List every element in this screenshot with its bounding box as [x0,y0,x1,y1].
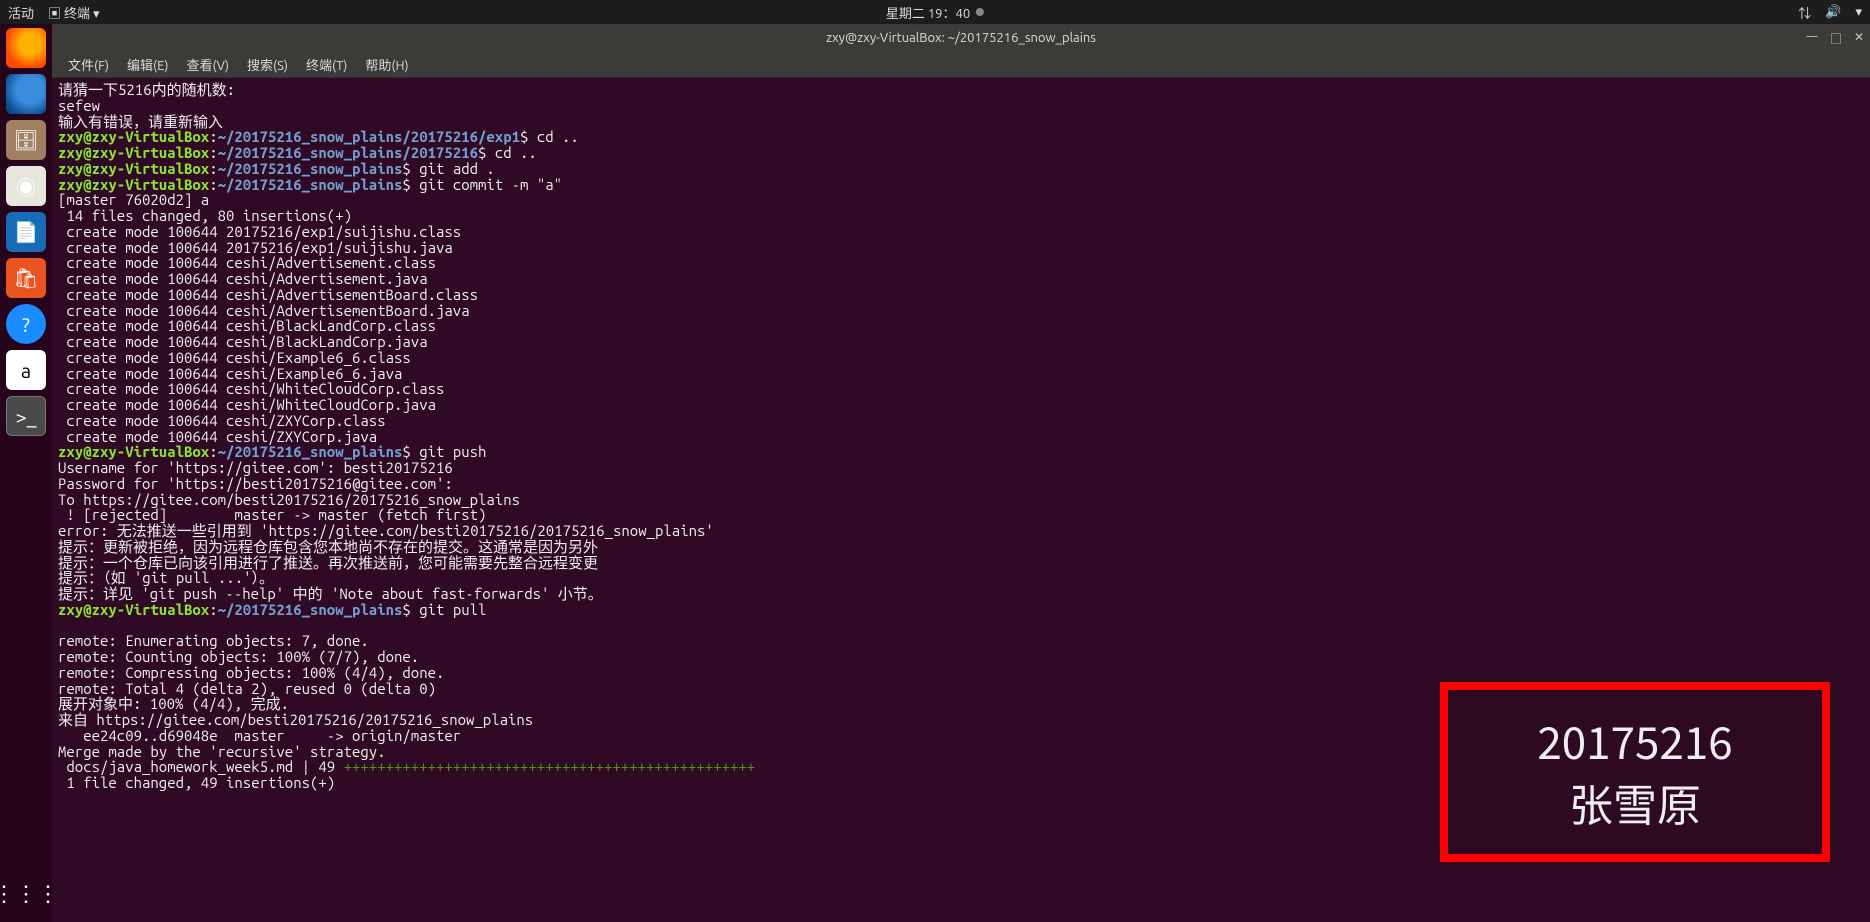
recording-indicator-icon [976,8,984,16]
activities-button[interactable]: 活动 [8,3,34,22]
amazon-launcher[interactable]: a [6,350,46,390]
rhythmbox-launcher[interactable]: ◉ [6,166,46,206]
maximize-button[interactable]: □ [1830,30,1842,47]
overlay-name: 张雪原 [1569,772,1701,834]
app-menu[interactable]: ▣ 终端 ▾ [48,3,100,22]
help-launcher[interactable]: ? [6,304,46,344]
menu-help[interactable]: 帮助(H) [357,53,416,76]
menu-file[interactable]: 文件(F) [60,53,117,76]
window-titlebar[interactable]: zxy@zxy-VirtualBox: ~/20175216_snow_plai… [52,24,1870,52]
files-launcher[interactable]: 🗄 [6,120,46,160]
power-menu-icon[interactable]: ▾ [1855,5,1862,20]
network-icon[interactable]: ⇅ [1798,3,1811,22]
clock[interactable]: 星期二 19：40 [886,3,984,22]
overlay-id: 20175216 [1537,710,1732,772]
menu-edit[interactable]: 编辑(E) [119,53,176,76]
terminal-launcher[interactable]: >_ [6,396,46,436]
gnome-topbar: 活动 ▣ 终端 ▾ 星期二 19：40 ⇅ 🔊 ▾ [0,0,1870,24]
close-button[interactable]: ✕ [1854,30,1864,47]
thunderbird-launcher[interactable] [6,74,46,114]
menu-search[interactable]: 搜索(S) [239,53,296,76]
show-applications-icon[interactable]: ⋮⋮⋮ [6,874,46,914]
dock: 🗄 ◉ 📄 🛍 ? a >_ ⋮⋮⋮ [0,24,52,922]
terminal-menubar: 文件(F) 编辑(E) 查看(V) 搜索(S) 终端(T) 帮助(H) [52,52,1870,78]
volume-icon[interactable]: 🔊 [1825,5,1841,20]
annotation-overlay: 20175216 张雪原 [1440,682,1830,862]
writer-launcher[interactable]: 📄 [6,212,46,252]
software-launcher[interactable]: 🛍 [6,258,46,298]
menu-view[interactable]: 查看(V) [179,53,237,76]
window-title: zxy@zxy-VirtualBox: ~/20175216_snow_plai… [826,31,1096,45]
firefox-launcher[interactable] [6,28,46,68]
minimize-button[interactable]: — [1806,30,1818,47]
menu-terminal[interactable]: 终端(T) [298,53,355,76]
